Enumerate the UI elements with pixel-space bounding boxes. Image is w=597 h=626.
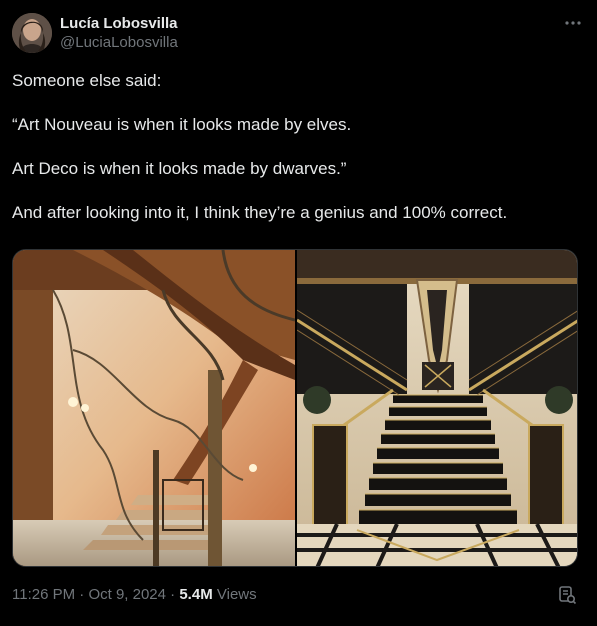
tweet-line: Someone else said: (12, 71, 162, 90)
user-handle[interactable]: @LuciaLobosvilla (60, 33, 178, 53)
post-date[interactable]: Oct 9, 2024 (88, 586, 166, 603)
media-grid (12, 249, 578, 567)
avatar[interactable] (12, 13, 52, 53)
art-deco-staircase-image[interactable] (296, 250, 577, 566)
tweet: Lucía Lobosvilla @LuciaLobosvilla Someon… (0, 0, 597, 626)
bookmark-analytics-icon[interactable] (557, 585, 577, 605)
tweet-line: Art Deco is when it looks made by dwarve… (12, 159, 347, 178)
tweet-header: Lucía Lobosvilla @LuciaLobosvilla (12, 13, 585, 55)
views-label: Views (216, 586, 257, 603)
tweet-text: Someone else said: “Art Nouveau is when … (12, 70, 572, 246)
tweet-line: “Art Nouveau is when it looks made by el… (12, 115, 352, 134)
tweet-meta: 11:26 PM · Oct 9, 2024 · 5.4M Views (12, 586, 257, 604)
separator-dot: · (170, 586, 176, 603)
views-count: 5.4M (179, 586, 213, 603)
author-names: Lucía Lobosvilla @LuciaLobosvilla (60, 15, 178, 53)
avatar-photo-icon (12, 13, 52, 53)
post-time[interactable]: 11:26 PM (12, 586, 75, 603)
more-horizontal-icon[interactable] (561, 15, 585, 35)
tweet-line: And after looking into it, I think they’… (12, 203, 508, 222)
art-nouveau-staircase-image[interactable] (13, 250, 296, 566)
separator-dot: · (79, 586, 85, 603)
display-name[interactable]: Lucía Lobosvilla (60, 15, 178, 33)
